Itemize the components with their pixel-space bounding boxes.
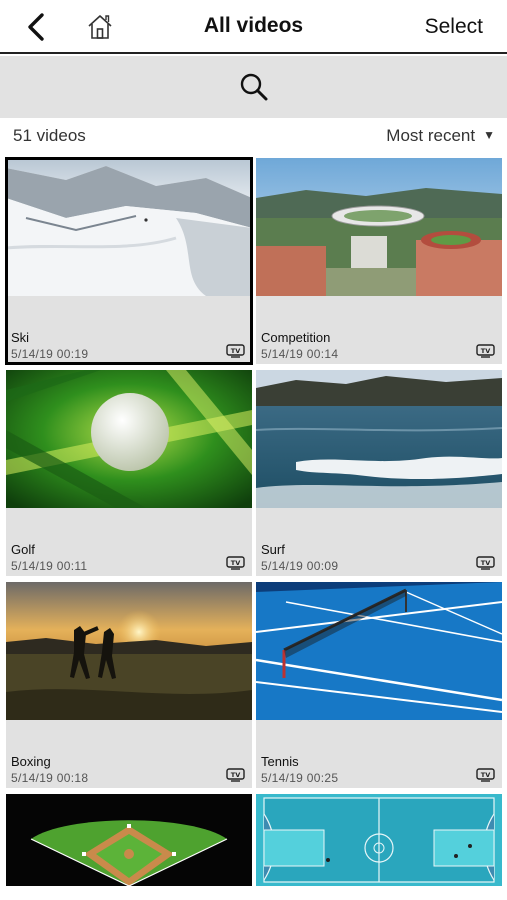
- video-title: Golf: [11, 542, 35, 557]
- video-title: Tennis: [261, 754, 299, 769]
- video-date: 5/14/19 00:11: [11, 559, 88, 573]
- video-tile-boxing[interactable]: Boxing 5/14/19 00:18 TV: [6, 582, 252, 788]
- video-tile-baseball[interactable]: [6, 794, 252, 886]
- svg-text:TV: TV: [481, 559, 490, 567]
- video-count: 51 videos: [13, 126, 86, 145]
- video-thumbnail: [256, 158, 502, 296]
- svg-text:TV: TV: [231, 559, 240, 567]
- video-tile-tennis[interactable]: Tennis 5/14/19 00:25 TV: [256, 582, 502, 788]
- search-icon[interactable]: [238, 71, 270, 103]
- svg-text:TV: TV: [231, 347, 240, 355]
- video-date: 5/14/19 00:19: [11, 347, 89, 361]
- select-button[interactable]: Select: [425, 15, 483, 39]
- video-thumbnail: [6, 158, 252, 296]
- video-tile-golf[interactable]: Golf 5/14/19 00:11 TV: [6, 370, 252, 576]
- sort-label: Most recent: [386, 126, 476, 145]
- video-thumbnail: [256, 582, 502, 720]
- video-tile-court[interactable]: [256, 794, 502, 886]
- video-thumbnail: [6, 370, 252, 508]
- video-title: Competition: [261, 330, 331, 345]
- back-icon[interactable]: [22, 11, 52, 43]
- video-thumbnail: [6, 794, 252, 886]
- svg-text:TV: TV: [481, 771, 490, 779]
- video-thumbnail: [256, 794, 502, 886]
- video-date: 5/14/19 00:18: [11, 771, 89, 785]
- home-icon[interactable]: [84, 11, 116, 43]
- video-title: Surf: [261, 542, 285, 557]
- video-tile-ski[interactable]: Ski 5/14/19 00:19 TV: [5, 157, 253, 365]
- video-date: 5/14/19 00:09: [261, 559, 339, 573]
- tv-icon: TV: [226, 556, 245, 570]
- video-thumbnail: [256, 370, 502, 508]
- video-title: Ski: [11, 330, 30, 345]
- video-tile-competition[interactable]: Competition 5/14/19 00:14 TV: [256, 158, 502, 364]
- video-thumbnail: [6, 582, 252, 720]
- nav-header: All videos Select: [0, 0, 507, 54]
- video-date: 5/14/19 00:25: [261, 771, 339, 785]
- tv-icon: TV: [476, 344, 495, 358]
- video-title: Boxing: [11, 754, 51, 769]
- video-tile-surf[interactable]: Surf 5/14/19 00:09 TV: [256, 370, 502, 576]
- caret-down-icon: ▼: [483, 128, 495, 142]
- tv-icon: TV: [476, 768, 495, 782]
- tv-icon: TV: [476, 556, 495, 570]
- sort-dropdown[interactable]: Most recent ▼: [386, 126, 495, 146]
- tv-icon: TV: [226, 768, 245, 782]
- svg-text:TV: TV: [231, 771, 240, 779]
- tv-icon: TV: [226, 344, 245, 358]
- video-date: 5/14/19 00:14: [261, 347, 339, 361]
- svg-text:TV: TV: [481, 347, 490, 355]
